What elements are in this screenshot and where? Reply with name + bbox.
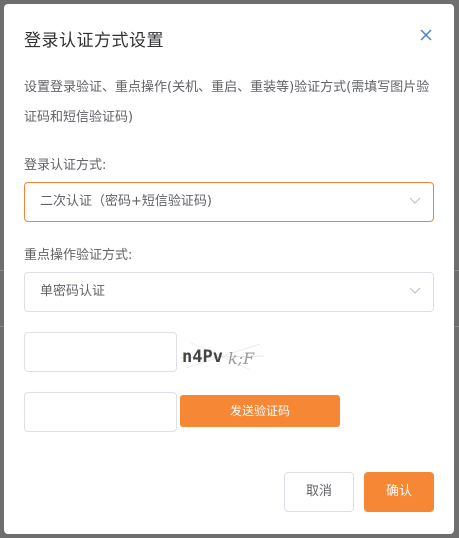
auth-settings-dialog: 登录认证方式设置 设置登录验证、重点操作(关机、重启、重装等)验证方式(需填写图…	[4, 4, 454, 534]
confirm-button[interactable]: 确认	[364, 472, 434, 512]
captcha-input[interactable]	[24, 332, 177, 372]
cancel-button[interactable]: 取消	[284, 472, 354, 512]
dialog-description: 设置登录验证、重点操作(关机、重启、重装等)验证方式(需填写图片验证码和短信验证…	[24, 80, 430, 125]
captcha-text-faint: k;F	[228, 349, 255, 368]
login-auth-selected-value: 二次认证（密码+短信验证码)	[40, 194, 212, 209]
chevron-down-icon	[409, 287, 421, 294]
key-op-auth-selected-value: 单密码认证	[40, 284, 106, 299]
captcha-image[interactable]: n4Pv k;F	[180, 338, 264, 374]
login-auth-label: 登录认证方式:	[24, 158, 107, 173]
close-button[interactable]	[418, 27, 434, 43]
chevron-down-icon	[409, 197, 421, 204]
sms-code-input[interactable]	[24, 392, 177, 432]
captcha-text: n4Pv	[182, 347, 223, 367]
close-icon	[420, 29, 432, 41]
dialog-title: 登录认证方式设置	[24, 31, 164, 51]
key-op-auth-label: 重点操作验证方式:	[24, 248, 133, 263]
key-op-auth-select[interactable]: 单密码认证	[24, 272, 434, 312]
login-auth-select[interactable]: 二次认证（密码+短信验证码)	[24, 182, 434, 222]
send-code-button[interactable]: 发送验证码	[180, 395, 340, 427]
